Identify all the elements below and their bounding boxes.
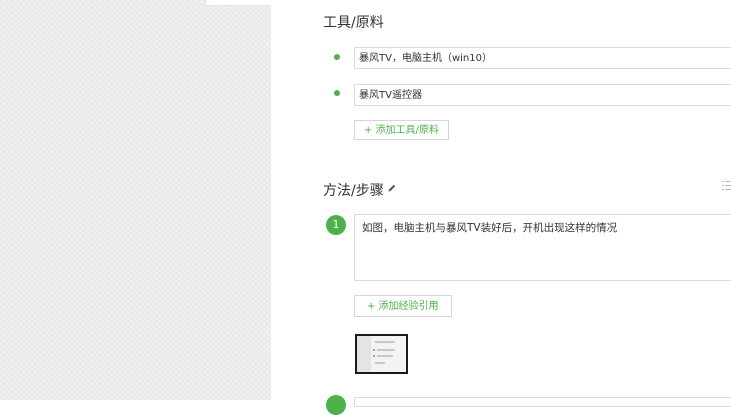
add-tool-button[interactable]: + 添加工具/原料 (354, 120, 449, 140)
next-step-badge (326, 395, 346, 415)
bullet-dot-icon (334, 54, 340, 60)
editor-main: 工具/原料 暴风TV，电脑主机（win10） 暴风TV遥控器 + 添加工具/原料… (271, 0, 731, 415)
step-image-thumbnail[interactable] (355, 334, 408, 374)
method-section-title: 方法/步骤 (323, 183, 384, 199)
step-text-editor[interactable]: 如图，电脑主机与暴风TV装好后，开机出现这样的情况 (354, 214, 731, 281)
tool-item-input-1[interactable]: 暴风TV，电脑主机（win10） (354, 47, 731, 69)
add-experience-reference-button[interactable]: + 添加经验引用 (354, 295, 452, 317)
bullet-dot-icon (334, 90, 340, 96)
list-icon[interactable] (722, 180, 731, 192)
step-number-badge: 1 (326, 215, 346, 235)
tools-section-title: 工具/原料 (323, 15, 384, 31)
pencil-icon[interactable] (387, 183, 397, 193)
top-card-edge (205, 0, 273, 6)
tool-item-input-2[interactable]: 暴风TV遥控器 (354, 84, 731, 106)
left-background-panel (0, 0, 271, 400)
next-step-text-editor[interactable] (354, 397, 731, 407)
